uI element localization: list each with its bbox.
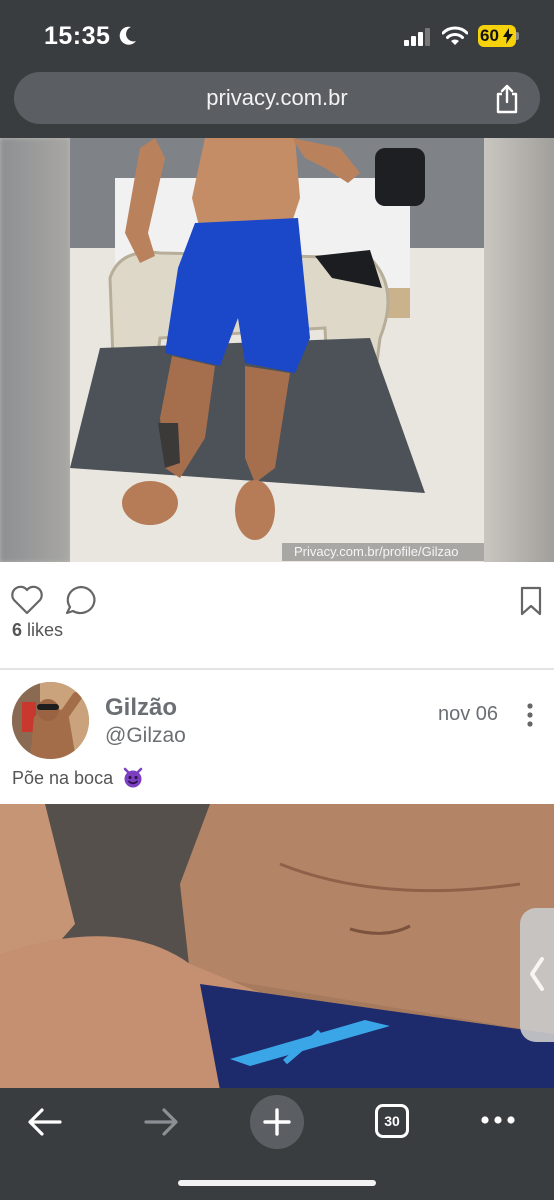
avatar[interactable] [12, 682, 89, 759]
post1-actions: 6 likes [0, 562, 554, 668]
bookmark-icon[interactable] [518, 586, 544, 616]
signal-icon [404, 28, 430, 46]
chevron-left-icon [530, 957, 544, 991]
new-tab-button[interactable] [250, 1095, 304, 1149]
url-text[interactable]: privacy.com.br [14, 85, 540, 111]
likes-label: likes [27, 620, 64, 640]
back-arrow-icon[interactable] [26, 1106, 64, 1138]
post1-photo-container[interactable]: Privacy.com.br/profile/Gilzao [0, 138, 554, 562]
post2-photo[interactable] [0, 804, 554, 1090]
tab-count: 30 [384, 1113, 400, 1129]
share-icon[interactable] [494, 84, 520, 114]
more-vertical-icon[interactable] [524, 702, 536, 728]
likes-count: 6 [12, 620, 23, 640]
address-bar[interactable]: privacy.com.br [14, 72, 540, 124]
home-indicator [178, 1180, 376, 1186]
comment-icon[interactable] [64, 584, 98, 616]
smiling-devil-emoji-icon [123, 767, 143, 788]
forward-arrow-icon[interactable] [142, 1106, 180, 1138]
battery-nub [516, 32, 519, 40]
battery-icon: 60 [478, 25, 516, 47]
post2-header: Gilzão @Gilzao nov 06 Põe na boca [0, 670, 554, 804]
author-name[interactable]: Gilzão [105, 694, 177, 722]
caption-text: Põe na boca [12, 768, 114, 788]
status-bar: 15:35 60 [0, 0, 554, 70]
charging-bolt-icon [503, 28, 513, 44]
photo-blur-left [0, 138, 70, 562]
browser-toolbar: 30 [0, 1088, 554, 1200]
post-caption: Põe na boca [12, 766, 144, 789]
likes-text: 6 likes [12, 620, 63, 641]
battery-level: 60 [480, 26, 499, 45]
heart-icon[interactable] [10, 584, 44, 616]
post1-photo[interactable] [70, 138, 484, 562]
watermark-text: Privacy.com.br/profile/Gilzao [294, 544, 459, 559]
side-drawer-tab[interactable] [520, 908, 554, 1042]
more-icon[interactable] [480, 1114, 516, 1126]
author-handle[interactable]: @Gilzao [105, 724, 186, 748]
status-time: 15:35 [44, 22, 111, 50]
wifi-icon [442, 26, 468, 45]
moon-icon [119, 26, 136, 45]
tabs-icon[interactable]: 30 [375, 1104, 409, 1138]
post-date: nov 06 [438, 703, 499, 725]
photo-blur-right [484, 138, 554, 562]
browser-chrome-top: 15:35 60 privacy.com.br [0, 0, 554, 138]
plus-icon [263, 1108, 291, 1136]
photo-watermark: Privacy.com.br/profile/Gilzao [282, 543, 484, 561]
